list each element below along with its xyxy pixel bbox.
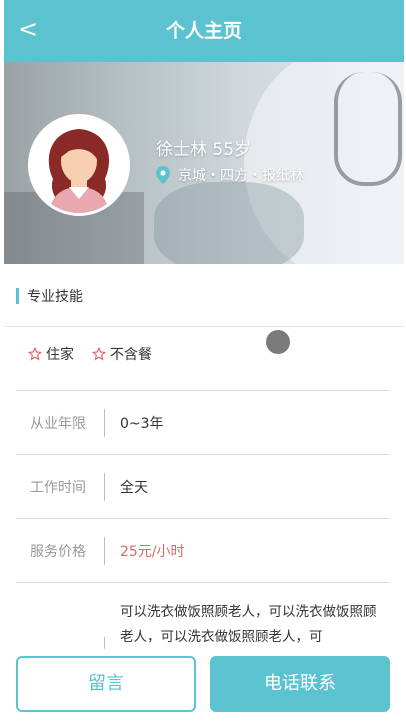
detail-label: 工作时间 bbox=[30, 480, 86, 496]
avatar-image bbox=[31, 117, 127, 213]
divider bbox=[16, 582, 390, 583]
message-button[interactable]: 留言 bbox=[16, 656, 196, 712]
divider bbox=[104, 473, 105, 501]
star-outline-icon bbox=[92, 347, 106, 361]
skill-tag: 住家 bbox=[28, 344, 74, 364]
service-description: 可以洗衣做饭照顾老人，可以洗衣做饭照顾老人，可以洗衣做饭照顾老人，可 bbox=[120, 604, 377, 645]
skill-tags: 住家 不含餐 bbox=[28, 344, 152, 364]
detail-row-experience: 从业年限 0~3年 bbox=[16, 390, 390, 455]
divider bbox=[104, 409, 105, 437]
detail-value: 0~3年 bbox=[120, 416, 164, 432]
stethoscope-illustration bbox=[334, 72, 402, 186]
profile-banner: 徐士林 55岁 京城・四方・报纸林 bbox=[4, 62, 404, 264]
skill-tag-label: 住家 bbox=[46, 347, 74, 363]
location-pin-icon bbox=[156, 166, 170, 184]
detail-value-price: 25元/小时 bbox=[120, 544, 185, 560]
touch-indicator bbox=[266, 330, 290, 354]
profile-location: 京城・四方・报纸林 bbox=[156, 165, 304, 185]
banner-background-shape bbox=[154, 182, 304, 264]
section-title: 专业技能 bbox=[27, 289, 83, 305]
skill-tag-label: 不含餐 bbox=[110, 347, 152, 363]
profile-name-age: 徐士林 55岁 bbox=[156, 140, 252, 160]
detail-label: 服务价格 bbox=[30, 544, 86, 560]
divider bbox=[104, 637, 105, 649]
detail-value: 全天 bbox=[120, 480, 148, 496]
detail-row-price: 服务价格 25元/小时 bbox=[16, 518, 390, 583]
star-outline-icon bbox=[28, 347, 42, 361]
page-title: 个人主页 bbox=[165, 20, 242, 42]
section-accent-bar bbox=[16, 288, 19, 304]
detail-row-work-time: 工作时间 全天 bbox=[16, 454, 390, 519]
location-text: 京城・四方・报纸林 bbox=[178, 168, 304, 184]
call-button[interactable]: 电话联系 bbox=[210, 656, 390, 712]
avatar bbox=[28, 114, 130, 216]
skill-tag: 不含餐 bbox=[92, 344, 152, 364]
detail-label: 从业年限 bbox=[30, 416, 86, 432]
top-header: < 个人主页 bbox=[4, 0, 404, 62]
divider bbox=[104, 537, 105, 565]
skills-section-header: 专业技能 bbox=[4, 264, 404, 327]
